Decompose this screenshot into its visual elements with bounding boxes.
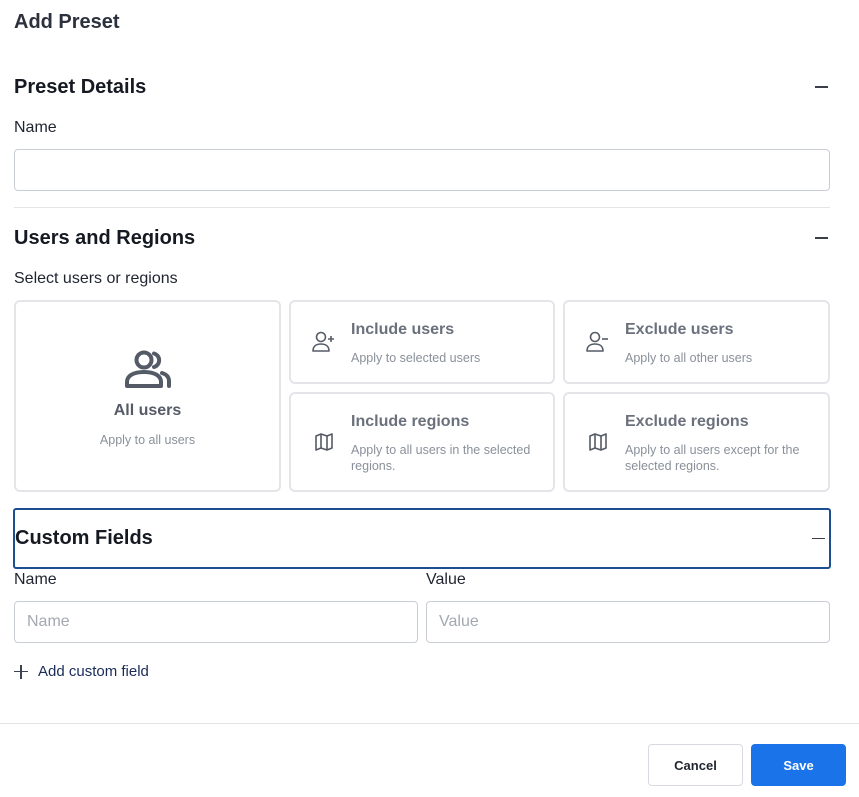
minus-icon xyxy=(814,237,828,239)
save-button[interactable]: Save xyxy=(751,744,846,786)
users-regions-header[interactable]: Users and Regions xyxy=(14,220,830,256)
all-users-card[interactable]: All users Apply to all users xyxy=(14,300,281,492)
minus-icon xyxy=(811,537,825,540)
include-regions-card[interactable]: Include regions Apply to all users in th… xyxy=(289,392,555,492)
section-title: Users and Regions xyxy=(14,226,196,249)
add-custom-field-label: Add custom field xyxy=(38,663,149,680)
minus-icon xyxy=(814,86,828,88)
user-minus-icon xyxy=(585,329,611,355)
custom-name-input[interactable] xyxy=(14,601,418,643)
all-users-description: Apply to all users xyxy=(99,433,196,447)
include-users-title: Include users xyxy=(351,321,455,338)
select-users-regions-label: Select users or regions xyxy=(14,270,178,287)
include-users-description: Apply to selected users xyxy=(351,351,481,365)
name-label: Name xyxy=(14,119,57,136)
exclude-users-description: Apply to all other users xyxy=(625,351,753,365)
footer-divider xyxy=(0,723,859,724)
preset-name-input[interactable] xyxy=(14,149,830,191)
exclude-users-title: Exclude users xyxy=(625,321,734,338)
custom-fields-header[interactable]: Custom Fields xyxy=(13,508,831,569)
section-title: Custom Fields xyxy=(15,527,153,549)
user-plus-icon xyxy=(311,329,337,355)
section-divider xyxy=(14,207,830,208)
custom-value-input[interactable] xyxy=(426,601,830,643)
page-title: Add Preset xyxy=(14,11,120,33)
plus-icon xyxy=(14,664,28,679)
collapse-preset-details-button[interactable] xyxy=(810,76,832,98)
include-regions-description: Apply to all users in the selected regio… xyxy=(351,443,531,473)
custom-name-label: Name xyxy=(14,571,57,588)
add-custom-field-button[interactable]: Add custom field xyxy=(14,663,149,680)
users-group-icon xyxy=(124,350,171,388)
all-users-title: All users xyxy=(113,402,182,419)
map-icon xyxy=(585,429,611,455)
exclude-regions-description: Apply to all users except for the select… xyxy=(625,443,800,473)
exclude-regions-card[interactable]: Exclude regions Apply to all users excep… xyxy=(563,392,830,492)
cancel-button[interactable]: Cancel xyxy=(648,744,743,786)
exclude-regions-title: Exclude regions xyxy=(625,413,749,430)
include-regions-title: Include regions xyxy=(351,413,470,430)
section-title: Preset Details xyxy=(14,75,147,98)
collapse-users-regions-button[interactable] xyxy=(810,227,832,249)
preset-details-header[interactable]: Preset Details xyxy=(14,69,830,105)
include-users-card[interactable]: Include users Apply to selected users xyxy=(289,300,555,384)
collapse-custom-fields-button[interactable] xyxy=(807,528,829,550)
custom-value-label: Value xyxy=(426,571,466,588)
exclude-users-card[interactable]: Exclude users Apply to all other users xyxy=(563,300,830,384)
map-icon xyxy=(311,429,337,455)
